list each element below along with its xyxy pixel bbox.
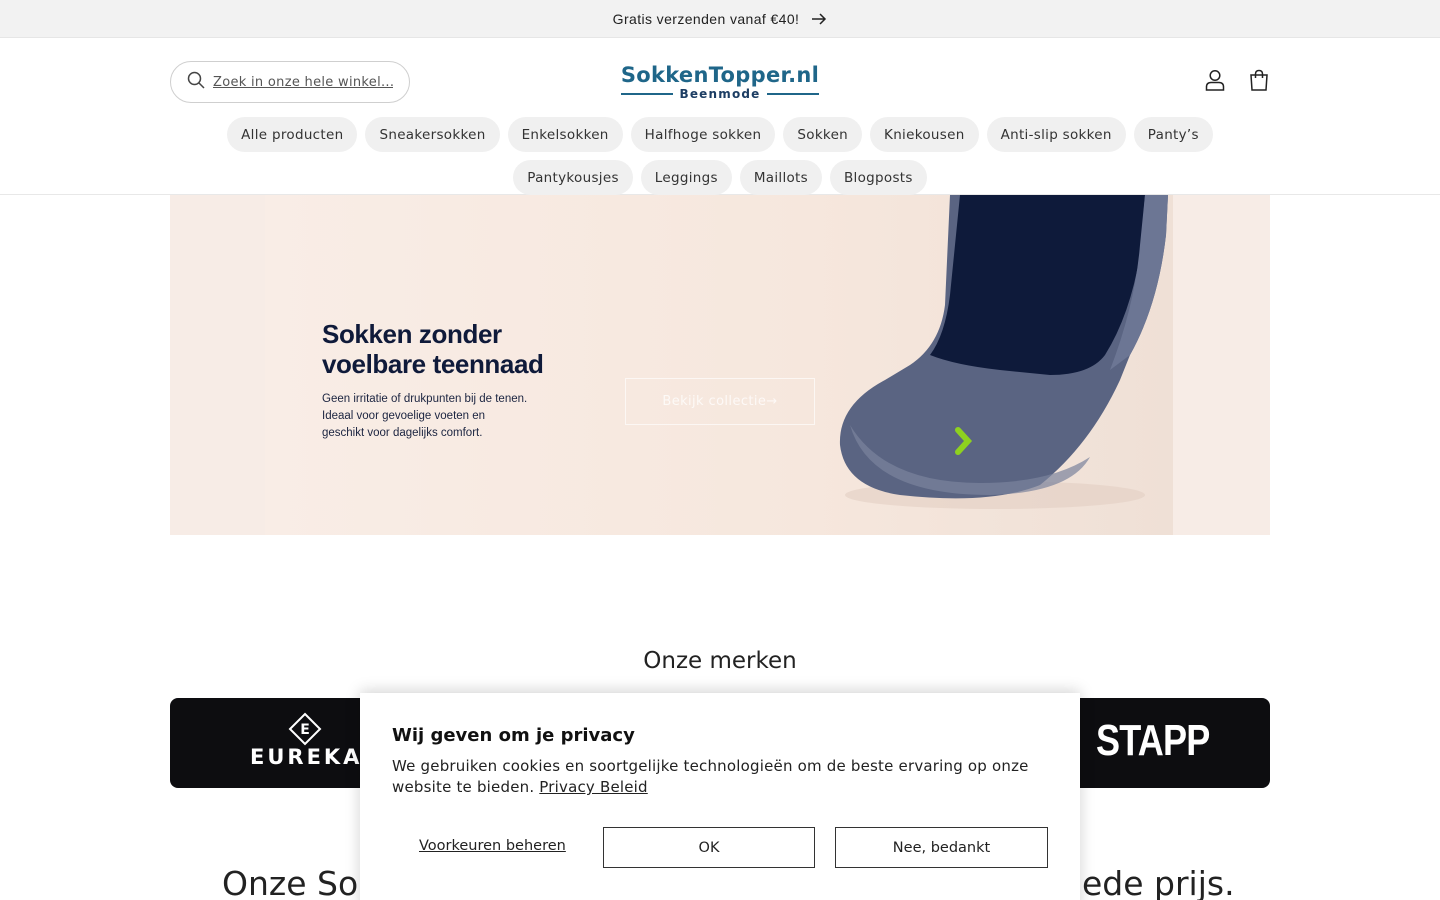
brand-card-eureka[interactable]: E EUREKA <box>170 698 390 788</box>
nav-item-pantykousjes[interactable]: Pantykousjes <box>513 160 633 195</box>
nav-item-sokken[interactable]: Sokken <box>783 117 863 152</box>
arrow-right-icon <box>811 12 827 25</box>
cookie-banner: Wij geven om je privacy We gebruiken coo… <box>360 693 1080 900</box>
site-header: SokkenTopper.nl Beenmode Alle producten … <box>0 38 1440 195</box>
search-box[interactable] <box>170 61 410 103</box>
section-heading-right: ede prijs. <box>1082 864 1235 900</box>
nav-item-sneakersokken[interactable]: Sneakersokken <box>365 117 500 152</box>
cookie-ok-button[interactable]: OK <box>603 827 815 868</box>
eureka-logo-icon: E <box>288 712 322 746</box>
hero-body: Geen irritatie of drukpunten bij de tene… <box>322 393 528 439</box>
cookie-decline-button[interactable]: Nee, bedankt <box>835 827 1048 868</box>
brand-card-stapp[interactable]: STAPP <box>1050 698 1270 788</box>
search-input[interactable] <box>213 74 393 90</box>
logo-sub-text: Beenmode <box>679 87 761 101</box>
bag-icon[interactable] <box>1248 68 1270 92</box>
section-heading-left: Onze Sok <box>222 864 378 900</box>
nav-item-leggings[interactable]: Leggings <box>640 160 732 195</box>
hero-cta-button[interactable]: Bekijk collectie→ <box>625 378 815 425</box>
nav-item-maillots[interactable]: Maillots <box>739 160 822 195</box>
header-icons <box>1204 68 1270 92</box>
sock-image <box>839 195 1168 509</box>
search-icon <box>187 71 205 94</box>
cookie-message-container: We gebruiken cookies en soortgelijke tec… <box>392 756 1048 798</box>
nav-item-alle-producten[interactable]: Alle producten <box>227 117 358 152</box>
nav-item-enkelsokken[interactable]: Enkelsokken <box>507 117 623 152</box>
brands-title: Onze merken <box>643 648 797 674</box>
site-logo[interactable]: SokkenTopper.nl Beenmode <box>596 64 844 101</box>
logo-main: SokkenTopper.nl <box>620 63 820 87</box>
brand-stapp-label: STAPP <box>1096 716 1210 765</box>
nav-item-anti-slip-sokken[interactable]: Anti-slip sokken <box>986 117 1126 152</box>
hero-headline: Sokken zonder voelbare teennaad <box>322 319 544 379</box>
brand-eureka-label: EUREKA <box>250 745 363 769</box>
user-icon[interactable] <box>1204 68 1226 92</box>
hero-banner[interactable]: Sokken zonder voelbare teennaad Geen irr… <box>170 195 1270 535</box>
announcement-bar[interactable]: Gratis verzenden vanaf €40! <box>0 0 1440 38</box>
nav-item-halfhoge-sokken[interactable]: Halfhoge sokken <box>630 117 776 152</box>
announcement-text: Gratis verzenden vanaf €40! <box>612 10 800 27</box>
nav-item-kniekousen[interactable]: Kniekousen <box>870 117 979 152</box>
svg-text:E: E <box>300 722 310 738</box>
cookie-message: We gebruiken cookies en soortgelijke tec… <box>392 757 1029 796</box>
nav-item-pantys[interactable]: Panty’s <box>1133 117 1213 152</box>
cookie-actions: Voorkeuren beheren OK Nee, bedankt <box>392 827 1048 868</box>
privacy-policy-link[interactable]: Privacy Beleid <box>539 778 647 796</box>
logo-sub: Beenmode <box>596 87 844 101</box>
cookie-title: Wij geven om je privacy <box>392 725 635 746</box>
manage-preferences-link[interactable]: Voorkeuren beheren <box>419 838 566 854</box>
nav-item-blogposts[interactable]: Blogposts <box>830 160 927 195</box>
category-nav: Alle producten Sneakersokken Enkelsokken… <box>170 117 1270 195</box>
